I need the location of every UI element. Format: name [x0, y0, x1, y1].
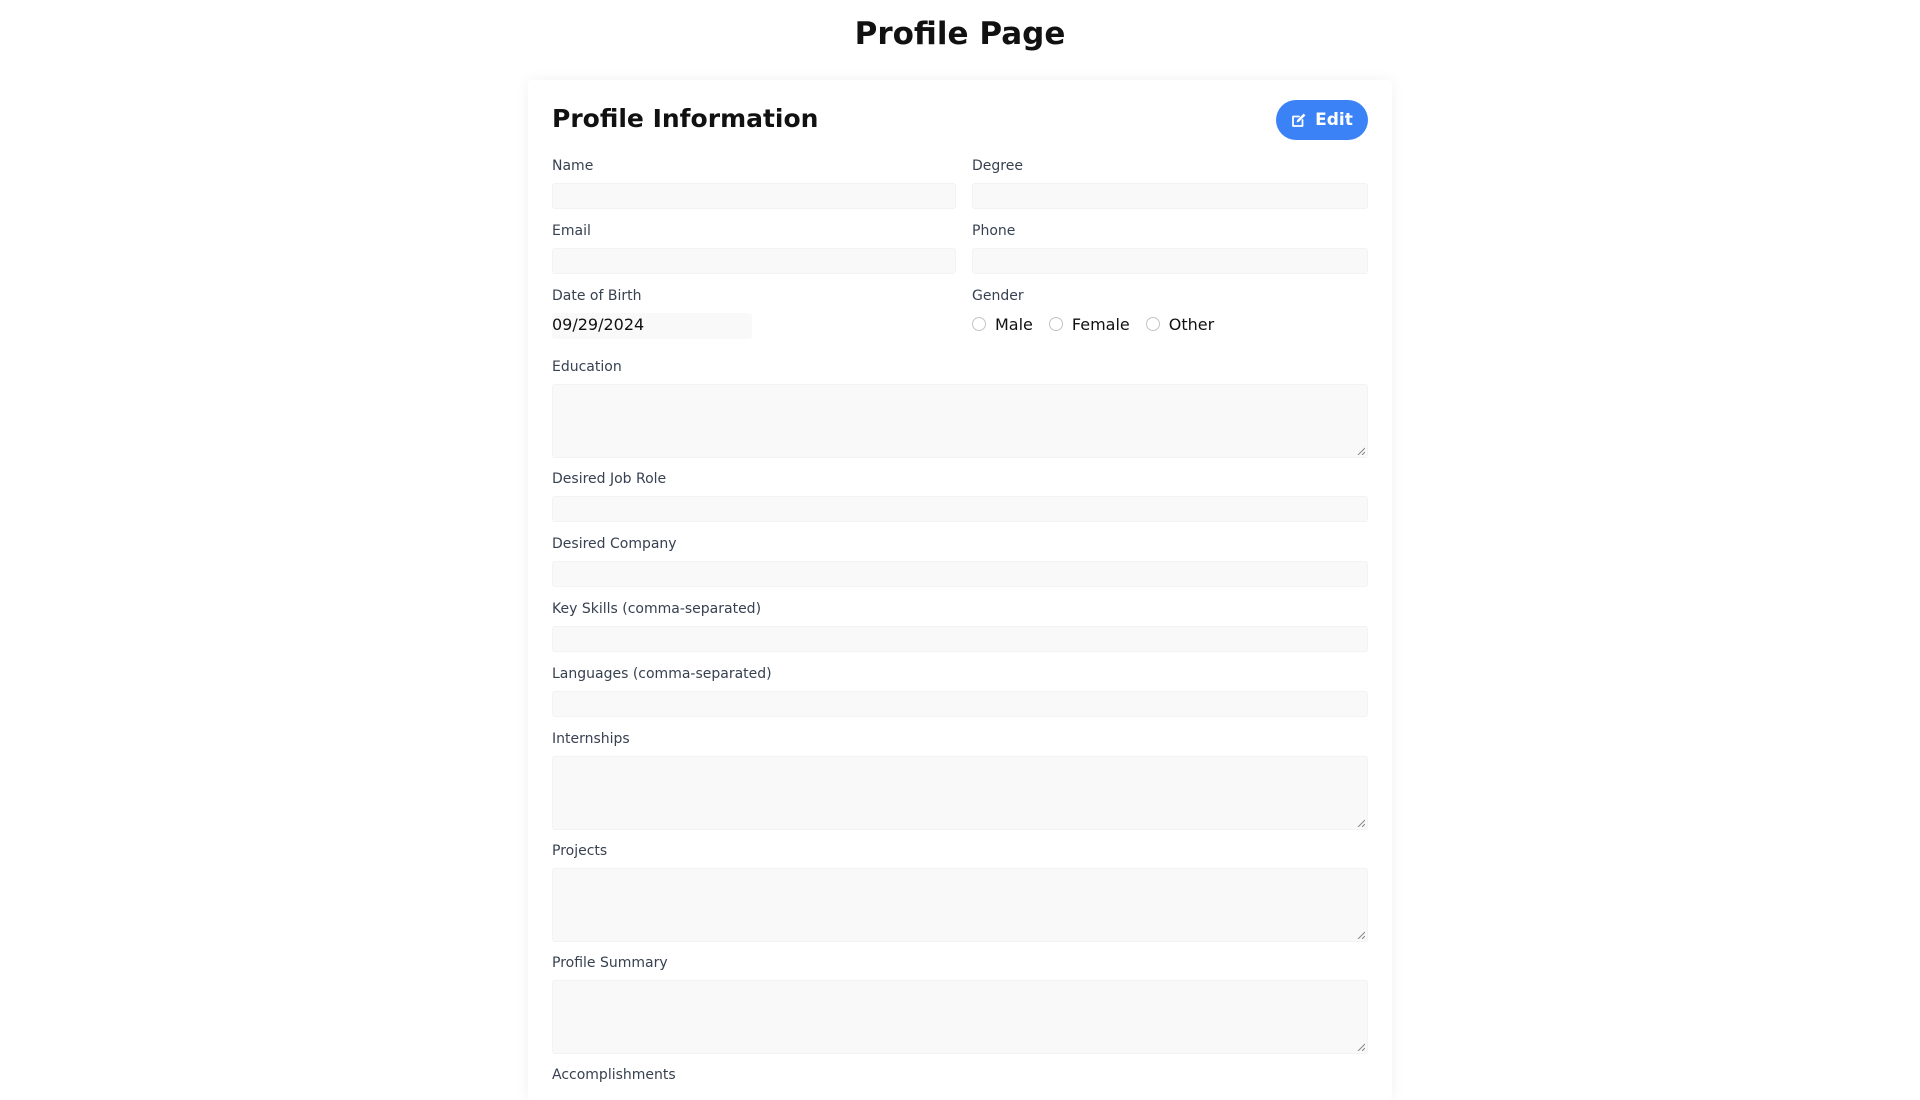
phone-field-group: Phone	[972, 222, 1368, 274]
job-role-field-group: Desired Job Role	[552, 470, 1368, 522]
phone-label: Phone	[972, 223, 1016, 239]
page-title: Profile Page	[854, 16, 1066, 52]
resize-grip-icon[interactable]	[1357, 1043, 1365, 1051]
accomplishments-label: Accomplishments	[552, 1067, 676, 1083]
gender-option-other[interactable]: Other	[1145, 314, 1215, 334]
key-skills-label: Key Skills (comma-separated)	[552, 601, 762, 617]
gender-option-label: Female	[1071, 314, 1130, 334]
education-label: Education	[552, 359, 622, 375]
dob-label: Date of Birth	[552, 288, 642, 304]
email-input[interactable]	[552, 248, 956, 274]
internships-field-group: Internships	[552, 730, 1368, 830]
resize-grip-icon[interactable]	[1357, 819, 1365, 827]
dob-field-group: Date of Birth 09/29/2024	[552, 287, 956, 339]
accomplishments-field-group: Accomplishments	[552, 1066, 1368, 1092]
projects-textarea[interactable]	[552, 868, 1368, 942]
company-field-group: Desired Company	[552, 535, 1368, 587]
email-field-group: Email	[552, 222, 956, 274]
job-role-label: Desired Job Role	[552, 471, 667, 487]
profile-card: Profile Information Edit Name Degree Ema…	[528, 80, 1392, 1100]
company-input[interactable]	[552, 561, 1368, 587]
internships-textarea[interactable]	[552, 756, 1368, 830]
profile-summary-textarea[interactable]	[552, 980, 1368, 1054]
profile-card-title: Profile Information	[552, 104, 819, 133]
email-label: Email	[552, 223, 591, 239]
name-input[interactable]	[552, 183, 956, 209]
languages-field-group: Languages (comma-separated)	[552, 665, 1368, 717]
phone-input[interactable]	[972, 248, 1368, 274]
name-field-group: Name	[552, 157, 956, 209]
resize-grip-icon[interactable]	[1357, 447, 1365, 455]
gender-radio-group: Male Female Other	[972, 311, 1368, 337]
edit-icon	[1291, 112, 1307, 128]
radio-button[interactable]	[1145, 317, 1160, 331]
dob-input[interactable]: 09/29/2024	[552, 313, 752, 339]
degree-field-group: Degree	[972, 157, 1368, 209]
gender-option-label: Male	[995, 314, 1033, 334]
languages-input[interactable]	[552, 691, 1368, 717]
education-textarea[interactable]	[552, 384, 1368, 458]
degree-label: Degree	[972, 158, 1023, 174]
profile-summary-label: Profile Summary	[552, 955, 668, 971]
gender-option-male[interactable]: Male	[972, 315, 1033, 334]
edit-button-label: Edit	[1315, 110, 1353, 130]
profile-summary-field-group: Profile Summary	[552, 954, 1368, 1054]
gender-label: Gender	[972, 288, 1024, 304]
gender-field-group: Gender Male Female Other	[972, 287, 1368, 337]
radio-button[interactable]	[1048, 317, 1063, 331]
key-skills-field-group: Key Skills (comma-separated)	[552, 600, 1368, 652]
languages-label: Languages (comma-separated)	[552, 666, 772, 682]
edit-button[interactable]: Edit	[1276, 100, 1368, 140]
name-label: Name	[552, 158, 594, 174]
job-role-input[interactable]	[552, 496, 1368, 522]
key-skills-input[interactable]	[552, 626, 1368, 652]
gender-option-female[interactable]: Female	[1048, 314, 1130, 334]
projects-field-group: Projects	[552, 842, 1368, 942]
projects-label: Projects	[552, 843, 608, 859]
gender-option-label: Other	[1168, 314, 1215, 334]
resize-grip-icon[interactable]	[1357, 931, 1365, 939]
radio-button[interactable]	[972, 317, 986, 331]
company-label: Desired Company	[552, 536, 677, 552]
education-field-group: Education	[552, 358, 1368, 458]
internships-label: Internships	[552, 731, 630, 747]
degree-input[interactable]	[972, 183, 1368, 209]
